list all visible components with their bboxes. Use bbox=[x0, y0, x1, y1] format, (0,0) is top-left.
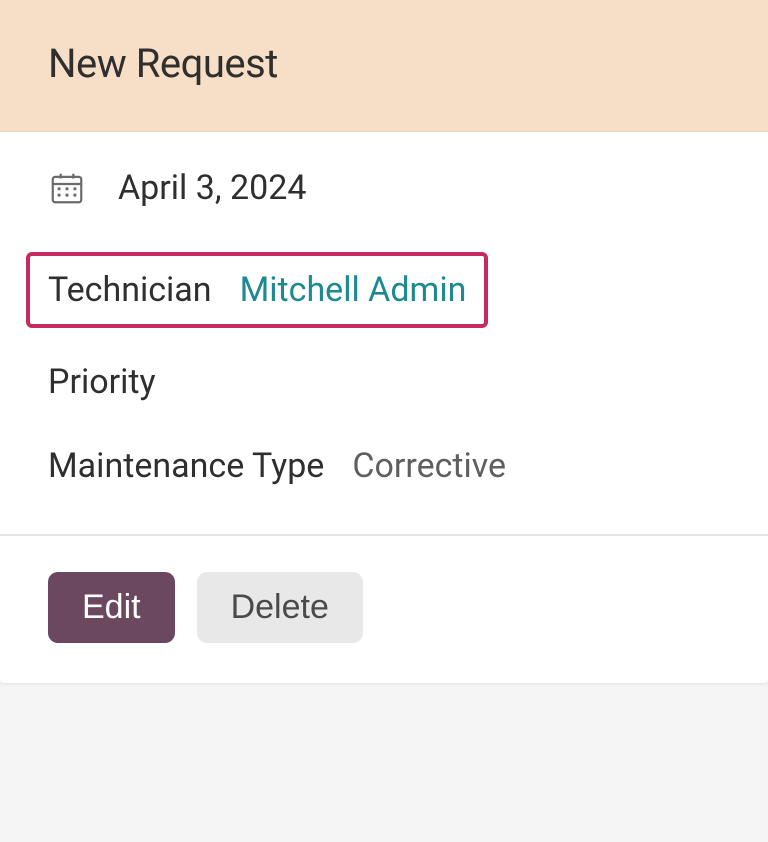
technician-label: Technician bbox=[48, 270, 212, 310]
request-card: New Request April 3, 2024 bbox=[0, 0, 768, 683]
card-header: New Request bbox=[0, 0, 768, 132]
date-row: April 3, 2024 bbox=[48, 168, 720, 208]
card-title: New Request bbox=[48, 40, 720, 87]
maintenance-type-value: Corrective bbox=[352, 446, 506, 486]
date-value: April 3, 2024 bbox=[118, 168, 306, 208]
priority-label: Priority bbox=[48, 362, 156, 402]
edit-button[interactable]: Edit bbox=[48, 572, 175, 643]
card-body: April 3, 2024 Technician Mitchell Admin … bbox=[0, 132, 768, 534]
technician-link[interactable]: Mitchell Admin bbox=[240, 270, 467, 310]
technician-row: Technician Mitchell Admin bbox=[26, 252, 488, 328]
maintenance-type-label: Maintenance Type bbox=[48, 446, 324, 486]
card-footer: Edit Delete bbox=[0, 534, 768, 683]
delete-button[interactable]: Delete bbox=[197, 572, 363, 643]
maintenance-type-row: Maintenance Type Corrective bbox=[48, 446, 720, 486]
calendar-icon bbox=[48, 169, 86, 207]
priority-row: Priority bbox=[48, 362, 720, 402]
